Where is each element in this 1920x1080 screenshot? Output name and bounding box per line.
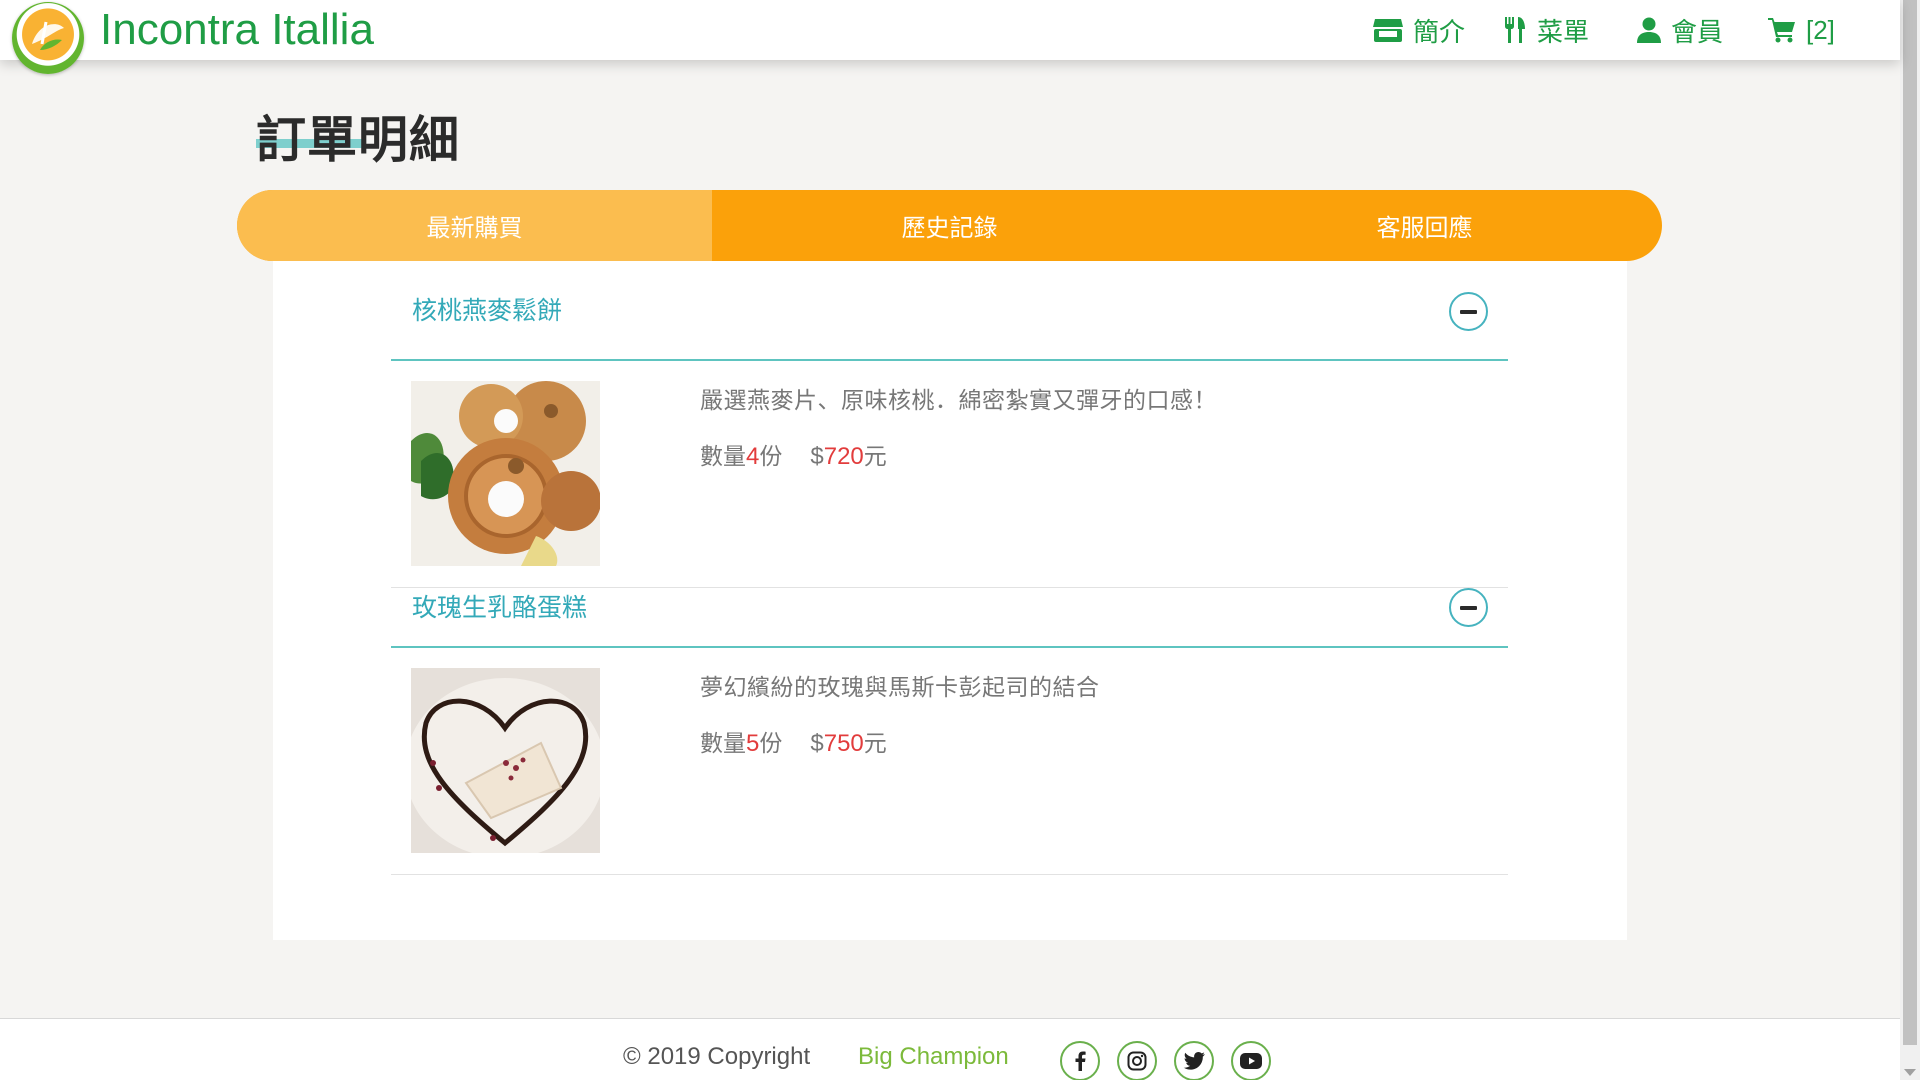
quantity-prefix: 數量: [700, 731, 746, 757]
quantity-unit: 份: [759, 444, 783, 470]
twitter-icon: [1183, 1052, 1205, 1070]
twitter-button[interactable]: [1174, 1041, 1214, 1080]
nav-member[interactable]: 會員: [1637, 0, 1723, 60]
quantity: 數量4份: [700, 437, 782, 471]
price-unit: 元: [863, 444, 887, 470]
order-panel: 核桃燕麥鬆餅 嚴選燕麥片、原味核桃．綿密紮實又彈牙的口感！ 數量4份 $720元…: [273, 261, 1627, 940]
tab-history[interactable]: 歷史記錄: [712, 190, 1187, 261]
scrollbar-thumb[interactable]: [1903, 0, 1917, 1045]
nav-cart[interactable]: [2]: [1768, 0, 1835, 60]
order-description: 嚴選燕麥片、原味核桃．綿密紮實又彈牙的口感！: [700, 388, 1217, 414]
order-meta: 數量4份 $720元: [700, 437, 887, 471]
price-sign: $: [810, 730, 824, 757]
collapse-button[interactable]: [1449, 292, 1488, 331]
waffle-image: [411, 381, 600, 566]
collapse-button[interactable]: [1449, 588, 1488, 627]
quantity: 數量5份: [700, 724, 782, 758]
copyright-text: © 2019 Copyright: [623, 1043, 811, 1070]
instagram-button[interactable]: [1117, 1041, 1157, 1080]
quantity-prefix: 數量: [700, 444, 746, 470]
order-description: 夢幻繽紛的玫瑰與馬斯卡彭起司的結合: [700, 675, 1100, 701]
order-header[interactable]: 核桃燕麥鬆餅: [391, 261, 1508, 361]
instagram-icon: [1127, 1051, 1147, 1071]
top-navbar: Incontra Itallia 簡介 菜單 會員 [2]: [0, 0, 1900, 74]
page-scrollbar[interactable]: [1900, 0, 1920, 1080]
facebook-button[interactable]: [1060, 1041, 1100, 1080]
order-name: 核桃燕麥鬆餅: [412, 296, 563, 325]
utensils-icon: [1505, 17, 1525, 43]
order-body: 嚴選燕麥片、原味核桃．綿密紮實又彈牙的口感！ 數量4份 $720元: [391, 361, 1508, 588]
price: $720元: [810, 437, 886, 471]
price-value: 750: [823, 730, 864, 757]
nav-intro-label: 簡介: [1413, 17, 1466, 48]
price: $750元: [810, 724, 886, 758]
order-header[interactable]: 玫瑰生乳酪蛋糕: [391, 568, 1508, 648]
order-tabs: 最新購買 歷史記錄 客服回應: [237, 190, 1662, 261]
footer: © 2019 Copyright Big Champion: [0, 1018, 1900, 1080]
user-icon: [1637, 17, 1661, 43]
youtube-button[interactable]: [1231, 1041, 1271, 1080]
price-unit: 元: [863, 731, 887, 757]
store-icon: [1373, 19, 1403, 42]
quantity-value: 4: [746, 443, 760, 470]
order-meta: 數量5份 $750元: [700, 724, 887, 758]
nav-intro[interactable]: 簡介: [1373, 0, 1465, 60]
price-value: 720: [823, 443, 864, 470]
order-name: 玫瑰生乳酪蛋糕: [412, 593, 588, 622]
nav-menu[interactable]: 菜單: [1503, 0, 1589, 60]
tab-latest[interactable]: 最新購買: [237, 190, 712, 261]
youtube-icon: [1240, 1053, 1262, 1069]
nav-member-label: 會員: [1671, 17, 1724, 48]
page-title: 訂單明細: [256, 111, 460, 169]
order-body: 夢幻繽紛的玫瑰與馬斯卡彭起司的結合 數量5份 $750元: [391, 648, 1508, 875]
company-link[interactable]: Big Champion: [858, 1043, 1009, 1071]
price-sign: $: [810, 443, 824, 470]
cart-icon: [1768, 18, 1795, 43]
scroll-down-arrow-icon[interactable]: [1904, 1069, 1916, 1076]
nav-menu-label: 菜單: [1537, 17, 1590, 48]
facebook-icon: [1075, 1051, 1086, 1071]
quantity-unit: 份: [759, 731, 783, 757]
cart-count: [2]: [1806, 14, 1835, 45]
quantity-value: 5: [746, 730, 760, 757]
tab-service[interactable]: 客服回應: [1187, 190, 1662, 261]
logo-leaf-icon: [32, 21, 64, 50]
logo[interactable]: [12, 2, 84, 74]
rose-cheesecake-image: [411, 668, 600, 853]
brand-name[interactable]: Incontra Itallia: [100, 2, 374, 58]
